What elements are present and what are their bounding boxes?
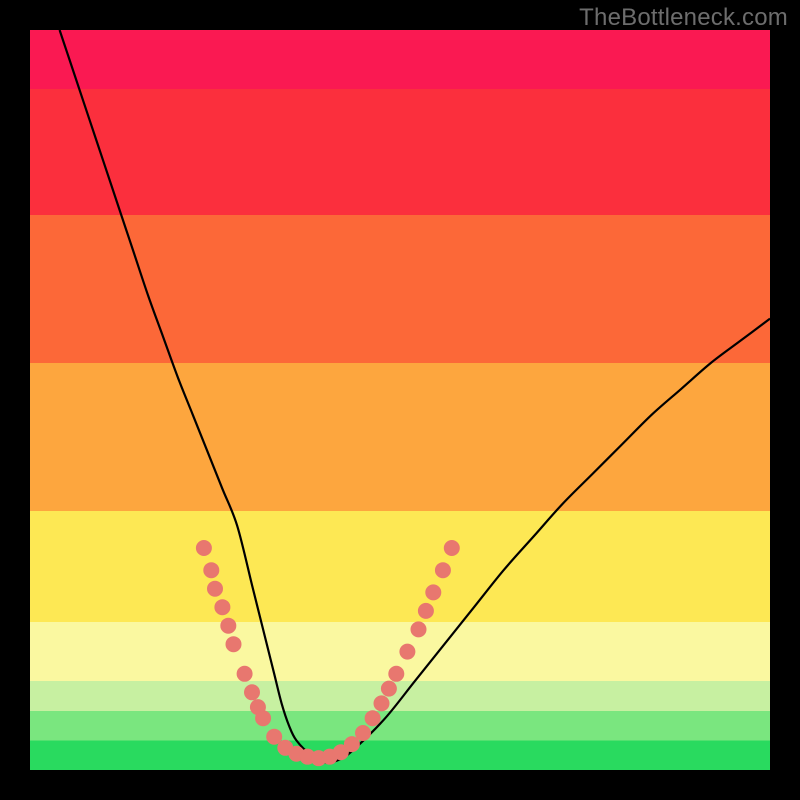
curve-dot	[344, 737, 359, 752]
curve-dot	[418, 603, 433, 618]
curve-dot	[267, 729, 282, 744]
curve-dot	[426, 585, 441, 600]
curve-dot	[365, 711, 380, 726]
curve-dot	[400, 644, 415, 659]
gradient-background	[30, 30, 770, 770]
plot-svg	[30, 30, 770, 770]
curve-dot	[226, 637, 241, 652]
curve-dot	[237, 666, 252, 681]
curve-dot	[196, 541, 211, 556]
curve-dot	[256, 711, 271, 726]
chart-stage: TheBottleneck.com	[0, 0, 800, 800]
curve-dot	[245, 685, 260, 700]
curve-dot	[411, 622, 426, 637]
curve-dot	[435, 563, 450, 578]
curve-dot	[208, 581, 223, 596]
curve-dot	[444, 541, 459, 556]
plot-area	[30, 30, 770, 770]
curve-dot	[356, 726, 371, 741]
curve-dot	[215, 600, 230, 615]
curve-dot	[381, 681, 396, 696]
curve-dot	[221, 618, 236, 633]
watermark-text: TheBottleneck.com	[579, 4, 788, 32]
curve-dot	[374, 696, 389, 711]
curve-dot	[389, 666, 404, 681]
curve-dot	[204, 563, 219, 578]
